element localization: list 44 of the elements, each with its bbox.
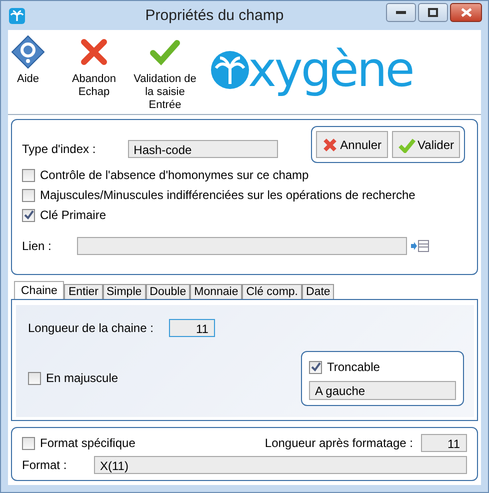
uppercase-checkbox[interactable]: En majuscule	[28, 368, 118, 388]
tab[interactable]: Clé comp.	[242, 284, 302, 299]
index-type-label: Type d'index :	[22, 142, 96, 156]
tab[interactable]: Chaine	[14, 281, 64, 299]
tab[interactable]: Double	[146, 284, 190, 299]
palm-icon	[9, 8, 25, 24]
tab[interactable]: Monnaie	[190, 284, 242, 299]
link-field[interactable]	[77, 237, 408, 255]
close-button[interactable]	[450, 3, 482, 22]
length-after-format-field[interactable]: 11	[421, 434, 467, 452]
tick-icon	[24, 210, 34, 220]
window-title: Propriétés du champ	[144, 7, 285, 24]
validate-button[interactable]: Valider	[392, 131, 460, 158]
cross-icon	[322, 136, 338, 152]
index-type-field[interactable]: Hash-code	[128, 140, 278, 158]
truncate-side-field[interactable]: A gauche	[309, 381, 456, 400]
string-length-field[interactable]: 11	[169, 319, 216, 337]
link-list-icon[interactable]	[411, 239, 430, 253]
validate-button[interactable]: Validation de la saisie Entrée	[132, 34, 198, 112]
format-field[interactable]: X(11)	[94, 456, 467, 474]
logo: xygène	[210, 40, 413, 100]
help-button[interactable]: Aide	[8, 34, 48, 86]
cancel-button[interactable]: Abandon Echap	[62, 34, 126, 99]
option-checkbox[interactable]: Contrôle de l'absence d'homonymes sur ce champ	[22, 165, 467, 185]
link-label: Lien :	[22, 239, 52, 253]
tab[interactable]: Entier	[64, 284, 102, 299]
tab[interactable]: Date	[302, 284, 334, 299]
tab[interactable]: Simple	[102, 284, 146, 299]
close-icon	[460, 8, 472, 17]
checkmark-icon	[398, 136, 416, 152]
string-length-label: Longueur de la chaine :	[28, 321, 154, 335]
maximize-button[interactable]	[418, 3, 448, 22]
tick-icon	[310, 362, 320, 372]
specific-format-checkbox[interactable]: Format spécifique	[22, 433, 136, 453]
minimize-icon	[396, 10, 406, 14]
minimize-button[interactable]	[386, 3, 416, 22]
help-icon	[11, 34, 45, 70]
length-after-format-label: Longueur après formatage :	[264, 436, 413, 450]
format-label: Format :	[22, 458, 68, 472]
truncatable-checkbox[interactable]: Troncable	[309, 357, 456, 377]
option-checkbox[interactable]: Clé Primaire	[22, 205, 467, 225]
option-checkbox[interactable]: Majuscules/Minuscules indifférenciées sur les opérations de recherche	[22, 185, 467, 205]
cancel-button[interactable]: Annuler	[316, 131, 388, 158]
maximize-icon	[428, 8, 438, 17]
